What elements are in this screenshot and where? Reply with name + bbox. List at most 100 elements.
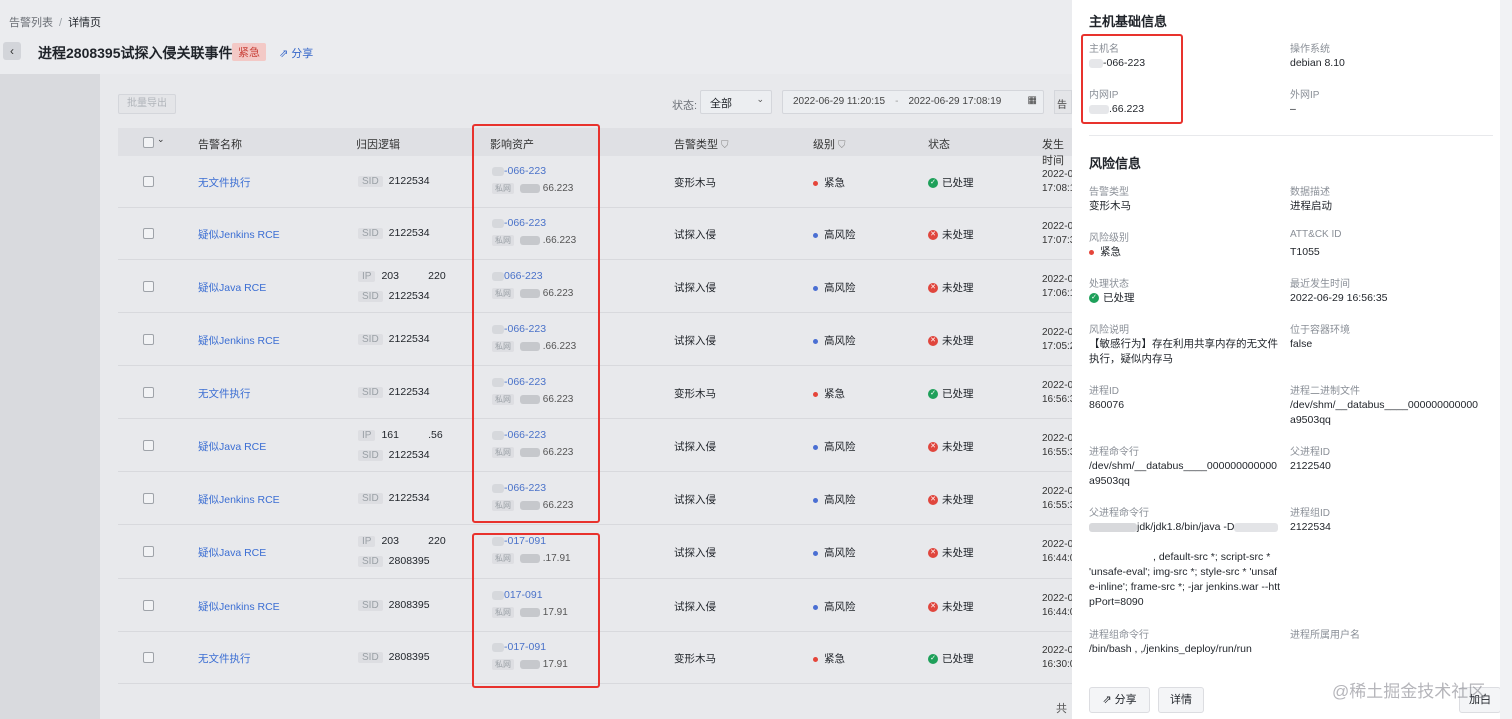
alert-clock: 16:55:3 bbox=[1042, 447, 1076, 458]
logic-key: IP bbox=[358, 271, 376, 282]
col-level[interactable]: 级别 ⛉ bbox=[813, 136, 846, 152]
alert-clock: 16:56:3 bbox=[1042, 394, 1076, 405]
alert-clock: 16:30:0 bbox=[1042, 659, 1076, 670]
filter-icon[interactable]: ⛉ bbox=[838, 140, 846, 151]
logic-key: SID bbox=[358, 652, 383, 663]
logic-line: SID 2122534 bbox=[358, 333, 430, 345]
alert-status: ✕ 未处理 bbox=[928, 280, 974, 295]
filter-icon[interactable]: ⛉ bbox=[721, 140, 729, 151]
detail-panel: 主机基础信息 主机名 -066-223 操作系统 debian 8.10 内网I… bbox=[1072, 0, 1512, 719]
logic-line: SID 2122534 bbox=[358, 386, 430, 398]
alert-status: ✓ 已处理 bbox=[928, 651, 974, 666]
logic-key: SID bbox=[358, 291, 383, 302]
alert-name-link[interactable]: 无文件执行 bbox=[198, 175, 251, 190]
alert-name-link[interactable]: 疑似Jenkins RCE bbox=[198, 599, 280, 614]
alert-name-link[interactable]: 疑似Jenkins RCE bbox=[198, 492, 280, 507]
urgent-dot-icon bbox=[1089, 249, 1094, 255]
pid-value: 860076 bbox=[1089, 399, 1125, 411]
logic-line: SID 2122534 bbox=[358, 175, 430, 187]
alert-status: ✕ 未处理 bbox=[928, 439, 974, 454]
alert-name-link[interactable]: 疑似Java RCE bbox=[198, 280, 266, 295]
logic-key: IP bbox=[358, 430, 376, 441]
logic-key: SID bbox=[358, 228, 383, 239]
scrollbar[interactable] bbox=[1500, 0, 1512, 719]
share-icon: ⇗ bbox=[279, 48, 289, 60]
row-checkbox[interactable] bbox=[143, 440, 154, 451]
breadcrumb-parent[interactable]: 告警列表 bbox=[9, 17, 53, 29]
chevron-down-icon[interactable]: ⌄ bbox=[157, 134, 165, 145]
risk-desc-label: 风险说明 bbox=[1089, 325, 1129, 336]
highlight-box-host bbox=[1081, 34, 1183, 124]
close-circle-icon: ✕ bbox=[928, 230, 938, 241]
alert-type: 试探入侵 bbox=[674, 494, 716, 506]
risk-level-label: 风险级别 bbox=[1089, 233, 1129, 244]
close-circle-icon: ✕ bbox=[928, 442, 938, 453]
risk-section-title: 风险信息 bbox=[1089, 156, 1142, 171]
check-circle-icon: ✓ bbox=[928, 389, 938, 400]
alert-name-link[interactable]: 疑似Jenkins RCE bbox=[198, 227, 280, 242]
share-link[interactable]: ⇗ 分享 bbox=[279, 45, 313, 61]
select-all-checkbox[interactable] bbox=[143, 137, 154, 148]
alert-date: 2022-0 bbox=[1042, 274, 1074, 285]
row-checkbox[interactable] bbox=[143, 176, 154, 187]
alert-clock: 17:05:2 bbox=[1042, 341, 1076, 352]
level-dot-icon bbox=[813, 656, 818, 662]
logic-value: 2122534 bbox=[388, 227, 430, 239]
alert-clock: 17:07:3 bbox=[1042, 235, 1076, 246]
logic-line: SID 2122534 bbox=[358, 290, 430, 302]
date-range-picker[interactable]: 2022-06-29 11:20:15-2022-06-29 17:08:19 … bbox=[782, 90, 1044, 114]
handle-status-value: ✓ 已处理 bbox=[1089, 291, 1135, 306]
row-checkbox[interactable] bbox=[143, 493, 154, 504]
close-circle-icon: ✕ bbox=[928, 548, 938, 559]
detail-button[interactable]: 详情 bbox=[1158, 687, 1204, 713]
redacted-mask bbox=[1089, 522, 1137, 532]
alert-level: 紧急 bbox=[813, 175, 845, 190]
alert-level-text: 紧急 bbox=[824, 388, 845, 400]
batch-export-button[interactable]: 批量导出 bbox=[118, 94, 176, 114]
breadcrumb-current: 详情页 bbox=[68, 17, 102, 29]
alert-level-text: 高风险 bbox=[824, 282, 856, 294]
alert-name-link[interactable]: 疑似Java RCE bbox=[198, 545, 266, 560]
risk-level-value: 紧急 bbox=[1089, 245, 1121, 260]
alert-status: ✕ 未处理 bbox=[928, 492, 974, 507]
pgid-label: 进程组ID bbox=[1290, 508, 1330, 519]
more-filter-button[interactable]: 告 bbox=[1054, 90, 1072, 114]
logic-key: SID bbox=[358, 387, 383, 398]
alert-name-link[interactable]: 无文件执行 bbox=[198, 651, 251, 666]
level-dot-icon bbox=[813, 232, 818, 238]
row-checkbox[interactable] bbox=[143, 652, 154, 663]
alert-type: 试探入侵 bbox=[674, 441, 716, 453]
binary-link[interactable]: /dev/shm/__databus____000000000000a9503q… bbox=[1290, 398, 1482, 428]
status-select[interactable]: 全部 ⌄ bbox=[700, 90, 772, 114]
share-label: 分享 bbox=[291, 48, 314, 60]
container-value: false bbox=[1290, 338, 1313, 350]
alert-clock: 17:08:1 bbox=[1042, 183, 1076, 194]
date-start: 2022-06-29 11:20:15 bbox=[793, 96, 886, 107]
alert-name-link[interactable]: 疑似Jenkins RCE bbox=[198, 333, 280, 348]
share-button[interactable]: ⇗ 分享 bbox=[1089, 687, 1150, 713]
container-label: 位于容器环境 bbox=[1290, 325, 1350, 336]
row-checkbox[interactable] bbox=[143, 600, 154, 611]
row-checkbox[interactable] bbox=[143, 387, 154, 398]
row-checkbox[interactable] bbox=[143, 281, 154, 292]
alert-name-link[interactable]: 疑似Java RCE bbox=[198, 439, 266, 454]
alert-date: 2022-0 bbox=[1042, 221, 1074, 232]
row-checkbox[interactable] bbox=[143, 546, 154, 557]
close-circle-icon: ✕ bbox=[928, 602, 938, 613]
risk-level-text: 紧急 bbox=[1100, 246, 1121, 258]
logic-value: 161 .56 bbox=[381, 429, 443, 441]
alert-type-label: 告警类型 bbox=[1089, 187, 1129, 198]
alert-status: ✕ 未处理 bbox=[928, 333, 974, 348]
alert-level: 紧急 bbox=[813, 386, 845, 401]
parent-cmdline-value: jdk/jdk1.8/bin/java -D bbox=[1089, 520, 1279, 535]
alert-type: 变形木马 bbox=[674, 177, 716, 189]
host-section-title: 主机基础信息 bbox=[1089, 14, 1168, 29]
row-checkbox[interactable] bbox=[143, 228, 154, 239]
back-button[interactable]: ‹ bbox=[3, 42, 21, 60]
alert-level-text: 高风险 bbox=[824, 601, 856, 613]
row-checkbox[interactable] bbox=[143, 334, 154, 345]
alert-status-text: 已处理 bbox=[942, 653, 974, 665]
alert-status: ✕ 未处理 bbox=[928, 599, 974, 614]
col-type[interactable]: 告警类型 ⛉ bbox=[674, 136, 729, 152]
alert-name-link[interactable]: 无文件执行 bbox=[198, 386, 251, 401]
